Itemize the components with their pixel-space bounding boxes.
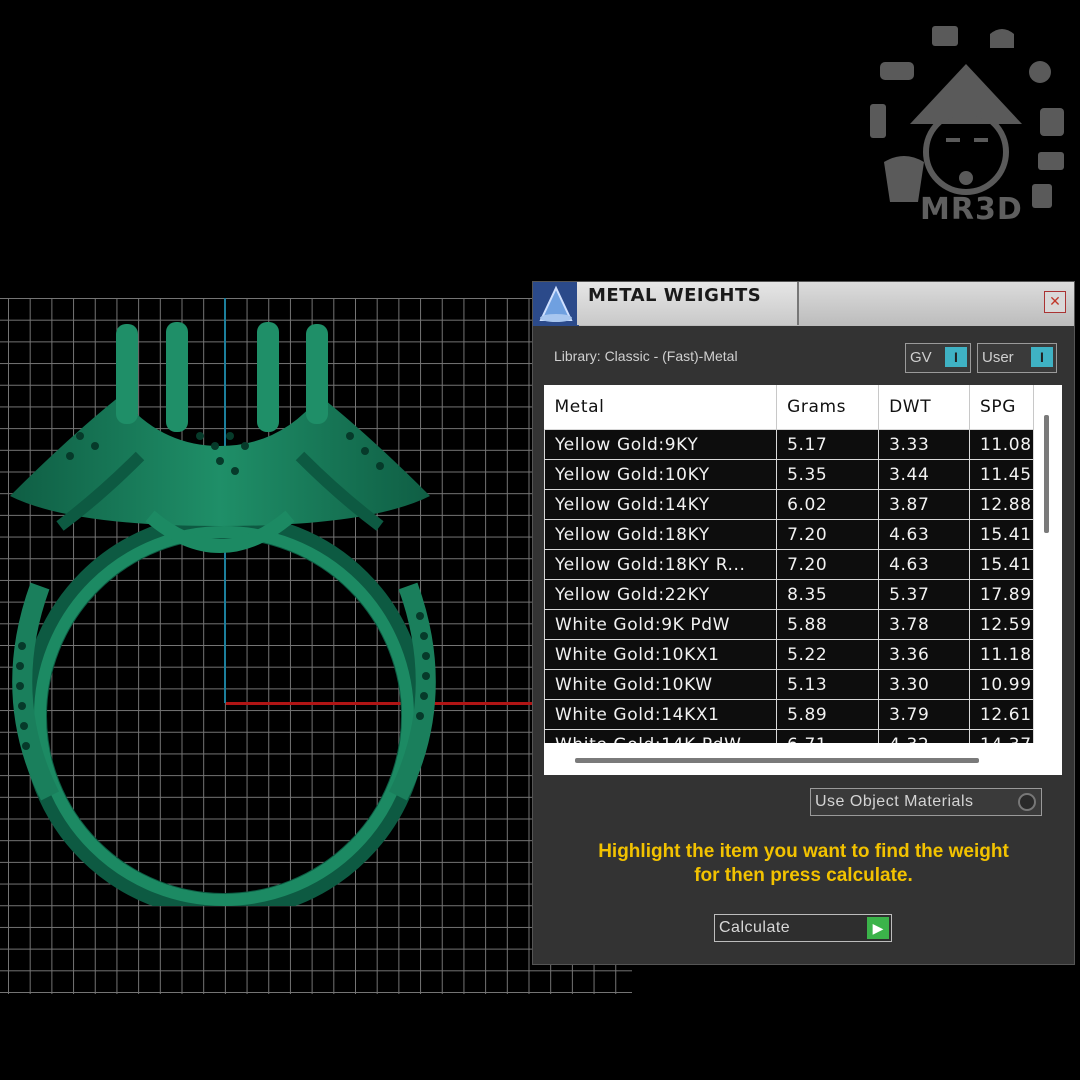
cell-spg: 11.08 xyxy=(968,429,1034,460)
library-label: Library: Classic - (Fast)-Metal xyxy=(554,348,738,364)
cell-grams: 7.20 xyxy=(776,519,880,550)
table-row[interactable]: White Gold:14KX1 5.89 3.79 12.61 xyxy=(544,699,1034,730)
user-toggle-label: User xyxy=(982,349,1014,366)
cell-spg: 11.45 xyxy=(968,459,1034,490)
cell-grams: 6.02 xyxy=(776,489,880,520)
radio-indicator-icon xyxy=(1018,793,1036,811)
gv-switch-icon: I xyxy=(945,347,967,367)
col-header-metal[interactable]: Metal xyxy=(544,385,778,430)
table-row[interactable]: White Gold:10KX1 5.22 3.36 11.18 xyxy=(544,639,1034,670)
cell-spg: 11.18 xyxy=(968,639,1034,670)
metal-weights-panel: METAL WEIGHTS ✕ Library: Classic - (Fast… xyxy=(532,281,1075,965)
cell-dwt: 3.87 xyxy=(878,489,970,520)
instruction-line-1: Highlight the item you want to find the … xyxy=(598,841,1009,862)
cell-grams: 6.71 xyxy=(776,729,880,743)
cell-dwt: 4.32 xyxy=(878,729,970,743)
col-header-spg[interactable]: SPG xyxy=(969,385,1034,430)
cell-grams: 5.22 xyxy=(776,639,880,670)
cell-grams: 5.88 xyxy=(776,609,880,640)
panel-titlebar[interactable]: METAL WEIGHTS ✕ xyxy=(533,282,1074,326)
cell-metal: White Gold:10KW xyxy=(544,669,778,700)
panel-title: METAL WEIGHTS xyxy=(588,285,762,306)
table-row[interactable]: Yellow Gold:22KY 8.35 5.37 17.89 xyxy=(544,579,1034,610)
use-object-materials-label: Use Object Materials xyxy=(815,793,974,810)
user-toggle[interactable]: User I xyxy=(977,343,1057,373)
ring-model xyxy=(10,322,436,906)
cell-spg: 12.88 xyxy=(968,489,1034,520)
close-icon[interactable]: ✕ xyxy=(1044,291,1066,313)
gv-toggle-label: GV xyxy=(910,349,932,366)
horizontal-scrollbar[interactable] xyxy=(575,758,979,763)
cell-grams: 5.89 xyxy=(776,699,880,730)
table-header-row: Metal Grams DWT SPG xyxy=(544,385,1034,430)
cell-spg: 14.37 xyxy=(968,729,1034,743)
cell-spg: 17.89 xyxy=(968,579,1034,610)
metal-weights-table: Metal Grams DWT SPG Yellow Gold:9KY 5.17 3… xyxy=(544,385,1034,743)
cell-metal: Yellow Gold:14KY xyxy=(544,489,778,520)
cell-metal: Yellow Gold:10KY xyxy=(544,459,778,490)
cell-grams: 7.20 xyxy=(776,549,880,580)
instruction-text: Highlight the item you want to find the … xyxy=(543,840,1064,888)
table-row[interactable]: White Gold:9K PdW 5.88 3.78 12.59 xyxy=(544,609,1034,640)
scale-icon xyxy=(533,282,579,326)
cell-metal: Yellow Gold:22KY xyxy=(544,579,778,610)
cell-dwt: 4.63 xyxy=(878,549,970,580)
cell-spg: 12.61 xyxy=(968,699,1034,730)
cell-grams: 5.13 xyxy=(776,669,880,700)
cell-metal: Yellow Gold:18KY xyxy=(544,519,778,550)
vertical-scrollbar[interactable] xyxy=(1044,415,1049,533)
logo-text: MR3D xyxy=(920,192,1023,227)
cell-spg: 15.41 xyxy=(968,519,1034,550)
cell-dwt: 3.79 xyxy=(878,699,970,730)
table-row[interactable]: White Gold:10KW 5.13 3.30 10.99 xyxy=(544,669,1034,700)
cell-metal: White Gold:14K PdW xyxy=(544,729,778,743)
cell-grams: 8.35 xyxy=(776,579,880,610)
table-viewport[interactable]: Metal Grams DWT SPG Yellow Gold:9KY 5.17 3… xyxy=(544,385,1034,743)
instruction-line-2: for then press calculate. xyxy=(694,865,913,886)
calculate-label: Calculate xyxy=(719,919,791,936)
gv-toggle[interactable]: GV I xyxy=(905,343,971,373)
cell-metal: White Gold:9K PdW xyxy=(544,609,778,640)
table-row[interactable]: Yellow Gold:18KY 7.20 4.63 15.41 xyxy=(544,519,1034,550)
table-row[interactable]: Yellow Gold:10KY 5.35 3.44 11.45 xyxy=(544,459,1034,490)
cell-metal: White Gold:14KX1 xyxy=(544,699,778,730)
metal-table[interactable]: Metal Grams DWT SPG Yellow Gold:9KY 5.17 3… xyxy=(544,385,1062,775)
calculate-button[interactable]: Calculate ▶ xyxy=(714,914,892,942)
cell-spg: 12.59 xyxy=(968,609,1034,640)
table-row[interactable]: Yellow Gold:18KY R... 7.20 4.63 15.41 xyxy=(544,549,1034,580)
table-row[interactable]: Yellow Gold:9KY 5.17 3.33 11.08 xyxy=(544,429,1034,460)
use-object-materials-toggle[interactable]: Use Object Materials xyxy=(810,788,1042,816)
cell-dwt: 3.36 xyxy=(878,639,970,670)
cell-grams: 5.17 xyxy=(776,429,880,460)
cell-grams: 5.35 xyxy=(776,459,880,490)
user-switch-icon: I xyxy=(1031,347,1053,367)
cell-dwt: 3.33 xyxy=(878,429,970,460)
cell-dwt: 4.63 xyxy=(878,519,970,550)
table-row[interactable]: White Gold:14K PdW6.714.3214.37 xyxy=(544,729,1034,743)
cell-dwt: 3.30 xyxy=(878,669,970,700)
play-arrow-icon: ▶ xyxy=(867,917,889,939)
col-header-dwt[interactable]: DWT xyxy=(878,385,970,430)
col-header-grams[interactable]: Grams xyxy=(776,385,880,430)
cell-dwt: 3.78 xyxy=(878,609,970,640)
cell-metal: White Gold:10KX1 xyxy=(544,639,778,670)
table-row[interactable]: Yellow Gold:14KY 6.02 3.87 12.88 xyxy=(544,489,1034,520)
cell-spg: 10.99 xyxy=(968,669,1034,700)
cell-metal: Yellow Gold:18KY R... xyxy=(544,549,778,580)
cell-spg: 15.41 xyxy=(968,549,1034,580)
cell-dwt: 5.37 xyxy=(878,579,970,610)
cell-metal: Yellow Gold:9KY xyxy=(544,429,778,460)
cell-dwt: 3.44 xyxy=(878,459,970,490)
